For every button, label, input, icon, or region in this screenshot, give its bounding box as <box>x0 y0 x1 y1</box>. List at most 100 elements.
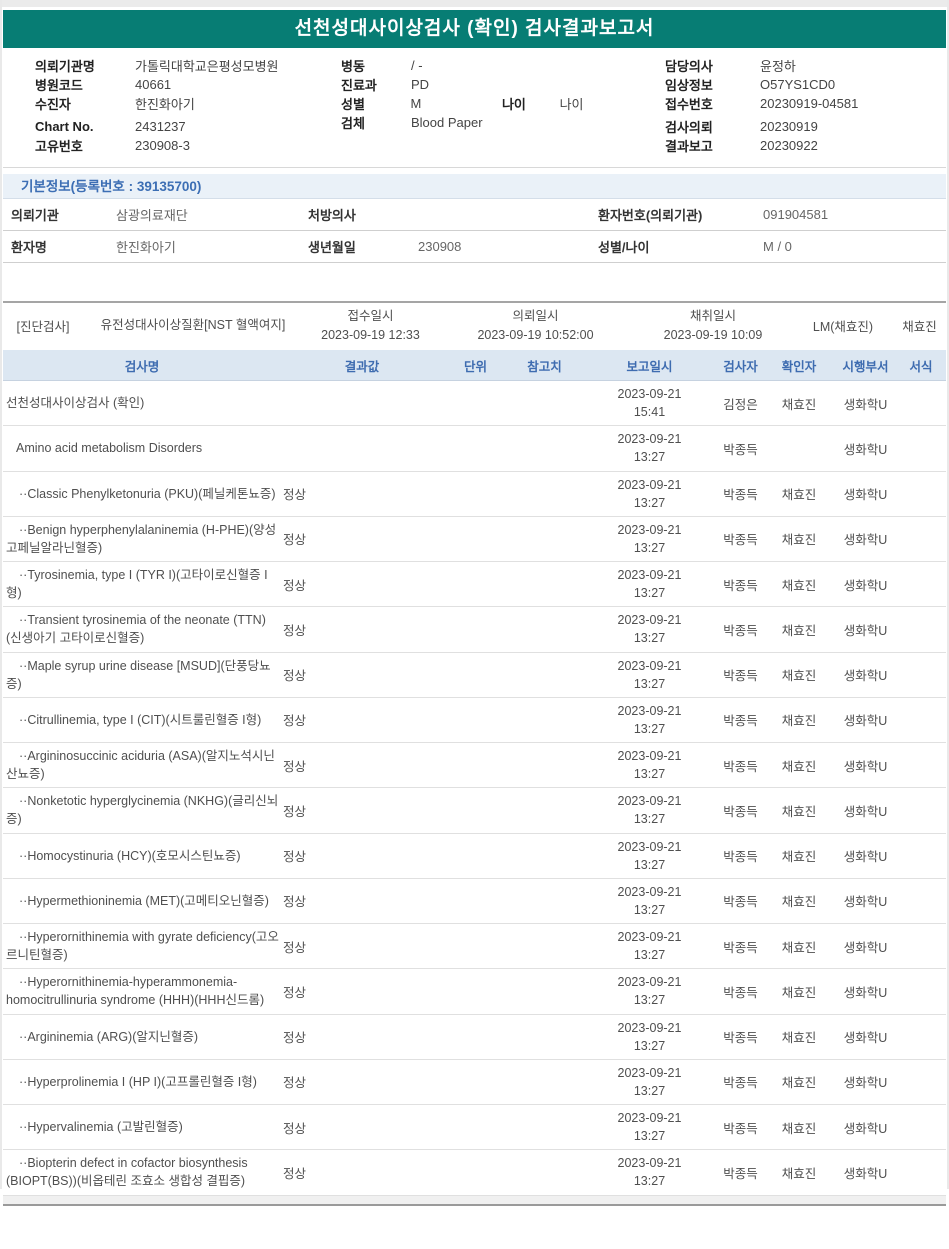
report-time: 13:27 <box>633 993 666 1008</box>
report-date: 2023-09-21 <box>617 794 682 809</box>
test-name-cell: ··Hyperprolinemia I (HP I)(고프롤린혈증 I형) <box>19 1074 257 1089</box>
report-time: 13:27 <box>633 450 666 465</box>
field-label: 성별 <box>341 97 365 112</box>
tester-cell: 박종득 <box>723 759 758 774</box>
result-table-row: ··Hypervalinemia (고발린혈증) 정상 2023-09-21 1… <box>3 1105 946 1151</box>
report-datetime-cell: 2023-09-21 13:27 <box>581 430 718 466</box>
report-time: 13:27 <box>633 902 666 917</box>
field-value: 20230922 <box>760 138 818 153</box>
field-label: 나이 <box>501 97 526 112</box>
tester-cell: 박종득 <box>723 1121 758 1136</box>
tester-cell: 박종득 <box>723 1031 758 1046</box>
test-name-cell: ··Benign hyperphenylalaninemia (H-PHE)(양… <box>6 522 277 555</box>
report-datetime-cell: 2023-09-21 13:27 <box>581 657 718 693</box>
report-date: 2023-09-21 <box>617 613 682 628</box>
report-time: 13:27 <box>633 1083 666 1098</box>
confirmer-cell: 채효진 <box>781 759 817 774</box>
field-value: M <box>410 96 422 111</box>
field-value: 20230919-04581 <box>760 96 859 111</box>
header-field: 성별 M 나이 나이 <box>341 94 651 113</box>
result-value-cell: 정상 <box>283 985 307 1000</box>
result-table-row: ··Homocystinuria (HCY)(호모시스틴뇨증) 정상 2023-… <box>3 834 946 879</box>
tester-cell: 박종득 <box>723 623 758 638</box>
report-time: 13:27 <box>633 948 666 963</box>
department-cell: 생화학U <box>843 623 888 638</box>
department-cell: 생화학U <box>843 533 888 548</box>
field-value: 091904581 <box>763 207 829 222</box>
confirmer-cell: 채효진 <box>781 488 817 503</box>
report-time: 13:27 <box>633 1174 666 1189</box>
report-date: 2023-09-21 <box>617 1065 682 1080</box>
test-name-cell: 선천성대사이상검사 (확인) <box>6 396 145 411</box>
test-name-cell: ··Hyperornithinemia-hyperammonemia-homoc… <box>6 975 265 1008</box>
report-time: 13:27 <box>633 540 666 555</box>
report-datetime-cell: 2023-09-21 13:27 <box>581 611 718 647</box>
request-datetime: 의뢰일시 2023-09-19 10:52:00 <box>438 307 633 343</box>
tester-cell: 박종득 <box>723 442 758 457</box>
patient-header-box: 의뢰기관명 가톨릭대학교은평성모병원 병원코드 40661 수진자 한진화아기 Cha… <box>3 48 946 168</box>
field-value: 230908-3 <box>135 138 190 153</box>
department-cell: 생화학U <box>843 578 888 593</box>
report-datetime-cell: 2023-09-21 13:27 <box>581 928 718 964</box>
report-datetime-cell: 2023-09-21 13:27 <box>581 1109 718 1145</box>
result-value-cell: 정상 <box>283 1166 307 1181</box>
department-cell: 생화학U <box>843 488 888 503</box>
report-date: 2023-09-21 <box>617 1111 682 1125</box>
results-table-header: 검사명 결과값 단위 참고치 보고일시 검사자 확인자 시행부서 서식 <box>3 350 946 381</box>
field-label: 임상정보 <box>665 78 713 93</box>
request-datetime-label: 의뢰일시 <box>512 309 559 324</box>
field-value: M / 0 <box>763 239 792 254</box>
report-date: 2023-09-21 <box>617 1020 682 1035</box>
report-date: 2023-09-21 <box>617 839 682 854</box>
column-header-tester: 검사자 <box>723 359 758 374</box>
department-cell: 생화학U <box>843 940 888 955</box>
patient-header-middle-column: 병동 / - 진료과 PD 성별 M 나이 나이 검체 Blood Paper <box>341 56 651 132</box>
report-title-bar: 선천성대사이상검사 (확인) 검사결과보고서 <box>3 10 946 48</box>
confirmer-cell: 채효진 <box>781 714 817 729</box>
field-label: 수진자 <box>35 97 71 112</box>
header-field: 검체 Blood Paper <box>341 113 651 132</box>
department-cell: 생화학U <box>843 1031 888 1046</box>
field-value: 230908 <box>418 239 462 254</box>
result-value-cell: 정상 <box>283 759 307 774</box>
header-field: Chart No. 2431237 <box>35 117 325 136</box>
result-table-row: ··Transient tyrosinemia of the neonate (… <box>3 607 946 653</box>
receipt-datetime: 접수일시 2023-09-19 12:33 <box>303 307 438 343</box>
field-value: 2431237 <box>135 119 186 134</box>
column-header-test-name: 검사명 <box>124 359 160 374</box>
test-name-cell: ··Hypermethioninemia (MET)(고메티오닌혈증) <box>19 893 269 908</box>
result-value-cell: 정상 <box>283 623 307 638</box>
report-time: 13:27 <box>633 857 666 872</box>
result-table-row: ··Citrullinemia, type I (CIT)(시트룰린혈증 I형)… <box>3 698 946 743</box>
basic-info-row: 의뢰기관 삼광의료재단 처방의사 환자번호(의뢰기관) 091904581 <box>3 199 946 231</box>
tester-cell: 박종득 <box>723 1076 758 1091</box>
result-table-row: ··Tyrosinemia, type I (TYR I)(고타이로신혈증 I형… <box>3 562 946 608</box>
result-value-cell: 정상 <box>283 488 307 503</box>
collector-name: 채효진 <box>902 320 937 334</box>
field-value: 나이 <box>559 97 584 112</box>
report-datetime-cell: 2023-09-21 13:27 <box>581 702 718 738</box>
result-value-cell: 정상 <box>283 578 307 593</box>
field-label: 접수번호 <box>665 97 713 112</box>
field-label: 성별/나이 <box>598 240 650 255</box>
field-value: 가톨릭대학교은평성모병원 <box>135 59 279 74</box>
tester-cell: 박종득 <box>723 578 758 593</box>
test-name-cell: ··Transient tyrosinemia of the neonate (… <box>6 613 266 646</box>
result-value-cell: 정상 <box>283 804 307 819</box>
confirmer-cell: 채효진 <box>781 850 817 865</box>
report-datetime-cell: 2023-09-21 13:27 <box>581 1154 718 1190</box>
test-name-cell: ··Argininosuccinic aciduria (ASA)(알지노석시닌… <box>6 749 275 782</box>
test-name-cell: ··Citrullinemia, type I (CIT)(시트룰린혈증 I형) <box>19 712 262 727</box>
result-table-row: ··Hyperornithinemia with gyrate deficien… <box>3 924 946 970</box>
header-field: 접수번호 20230919-04581 <box>665 94 945 113</box>
result-table-row: 선천성대사이상검사 (확인) 2023-09-21 15:41 김정은 채효진 … <box>3 381 946 427</box>
field-value: PD <box>411 77 430 92</box>
report-datetime-cell: 2023-09-21 15:41 <box>581 385 718 421</box>
field-value: 삼광의료재단 <box>116 208 188 223</box>
confirmer-cell: 채효진 <box>781 397 817 412</box>
test-name-cell: ··Tyrosinemia, type I (TYR I)(고타이로신혈증 I형… <box>6 568 268 601</box>
confirmer-cell: 채효진 <box>781 1076 817 1091</box>
result-table-row: ··Classic Phenylketonuria (PKU)(페닐케톤뇨증) … <box>3 472 946 517</box>
report-datetime-cell: 2023-09-21 13:27 <box>581 1064 718 1100</box>
